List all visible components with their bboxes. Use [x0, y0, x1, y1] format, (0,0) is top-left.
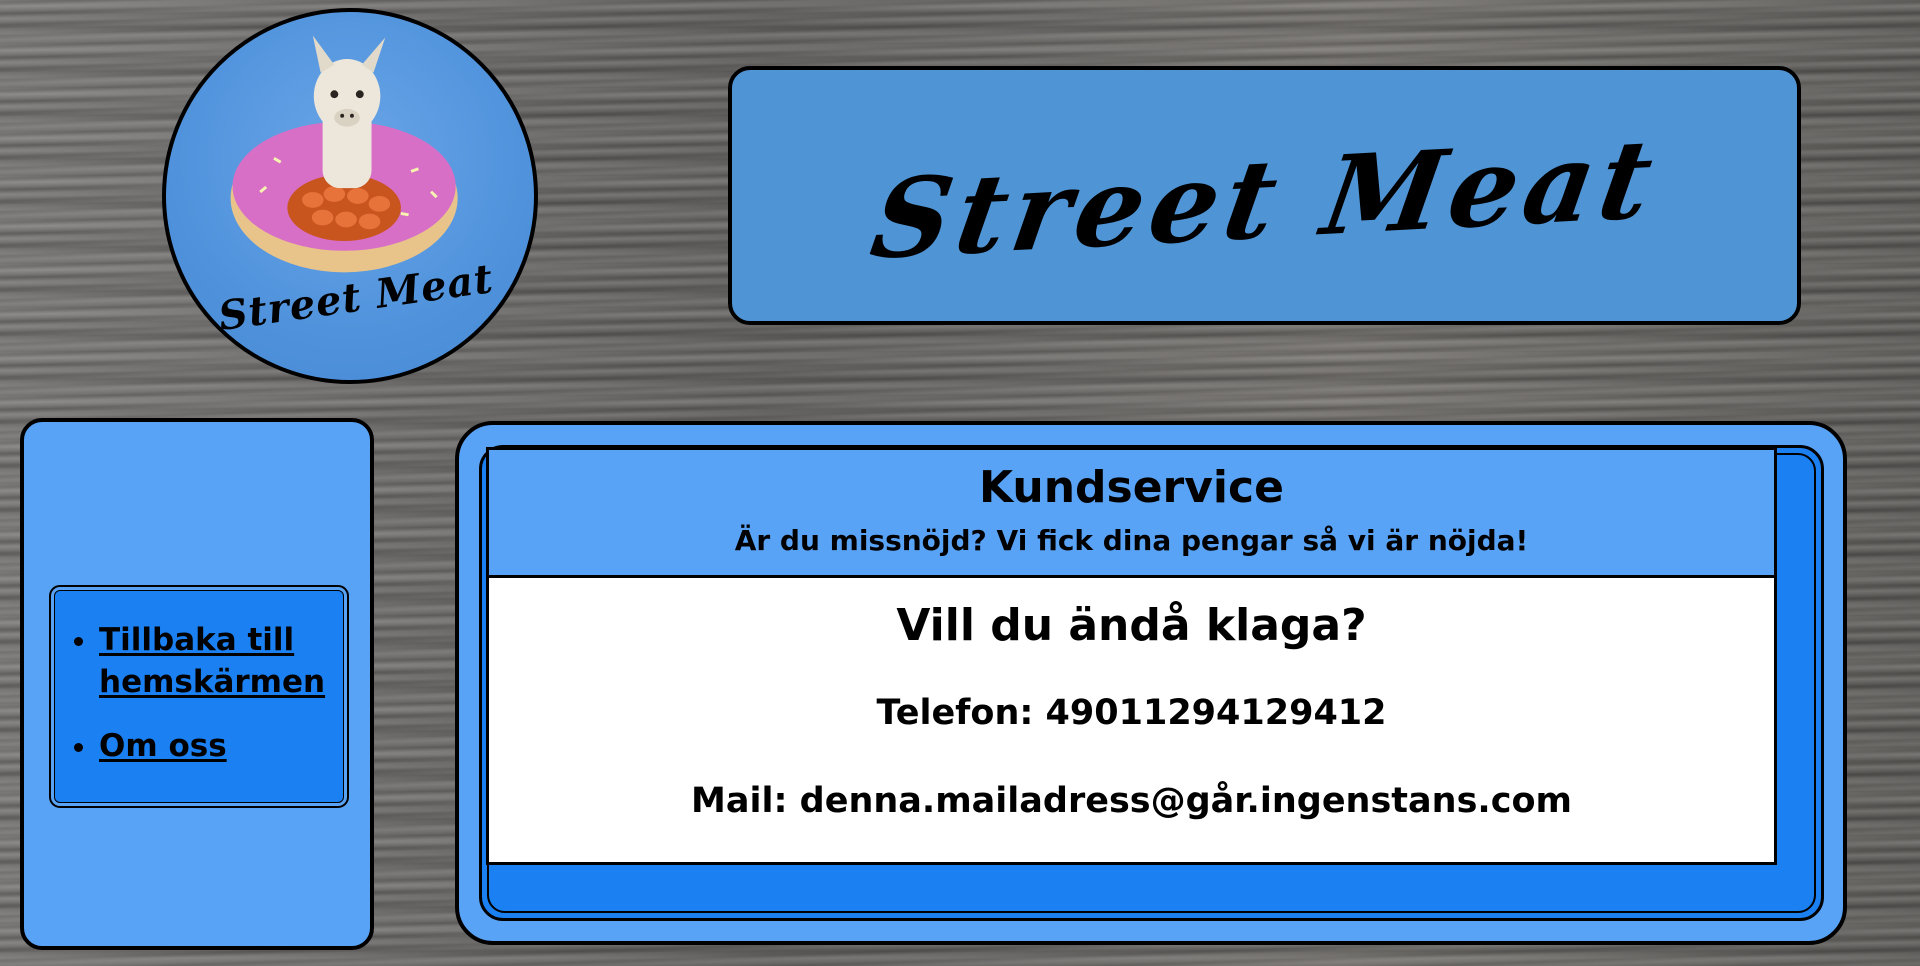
nav-link-home[interactable]: Tillbaka till hemskärmen [99, 622, 325, 700]
sidebar: Tillbaka till hemskärmen Om oss [20, 418, 374, 950]
page-subtitle: Är du missnöjd? Vi fick dina pengar så v… [734, 524, 1529, 557]
page-title: Kundservice [979, 462, 1284, 513]
nav-item-home: Tillbaka till hemskärmen [99, 619, 343, 703]
card-body: Vill du ändå klaga? Telefon: 49011294129… [489, 578, 1774, 821]
main-panel: Kundservice Är du missnöjd? Vi fick dina… [455, 421, 1847, 945]
nav-menu: Tillbaka till hemskärmen Om oss [49, 585, 349, 808]
nav-list: Tillbaka till hemskärmen Om oss [55, 591, 343, 767]
content-card: Kundservice Är du missnöjd? Vi fick dina… [486, 447, 1777, 865]
phone-text: Telefon: 49011294129412 [876, 693, 1387, 733]
nav-item-about: Om oss [99, 725, 343, 767]
complaint-heading: Vill du ändå klaga? [896, 600, 1367, 651]
site-title: Street Meat [863, 115, 1666, 284]
mail-text: Mail: denna.mailadress@går.ingenstans.co… [691, 781, 1572, 821]
nav-link-about[interactable]: Om oss [99, 728, 227, 764]
title-banner: Street Meat [728, 66, 1801, 325]
card-header: Kundservice Är du missnöjd? Vi fick dina… [489, 450, 1774, 578]
logo: Street Meat [162, 8, 538, 384]
